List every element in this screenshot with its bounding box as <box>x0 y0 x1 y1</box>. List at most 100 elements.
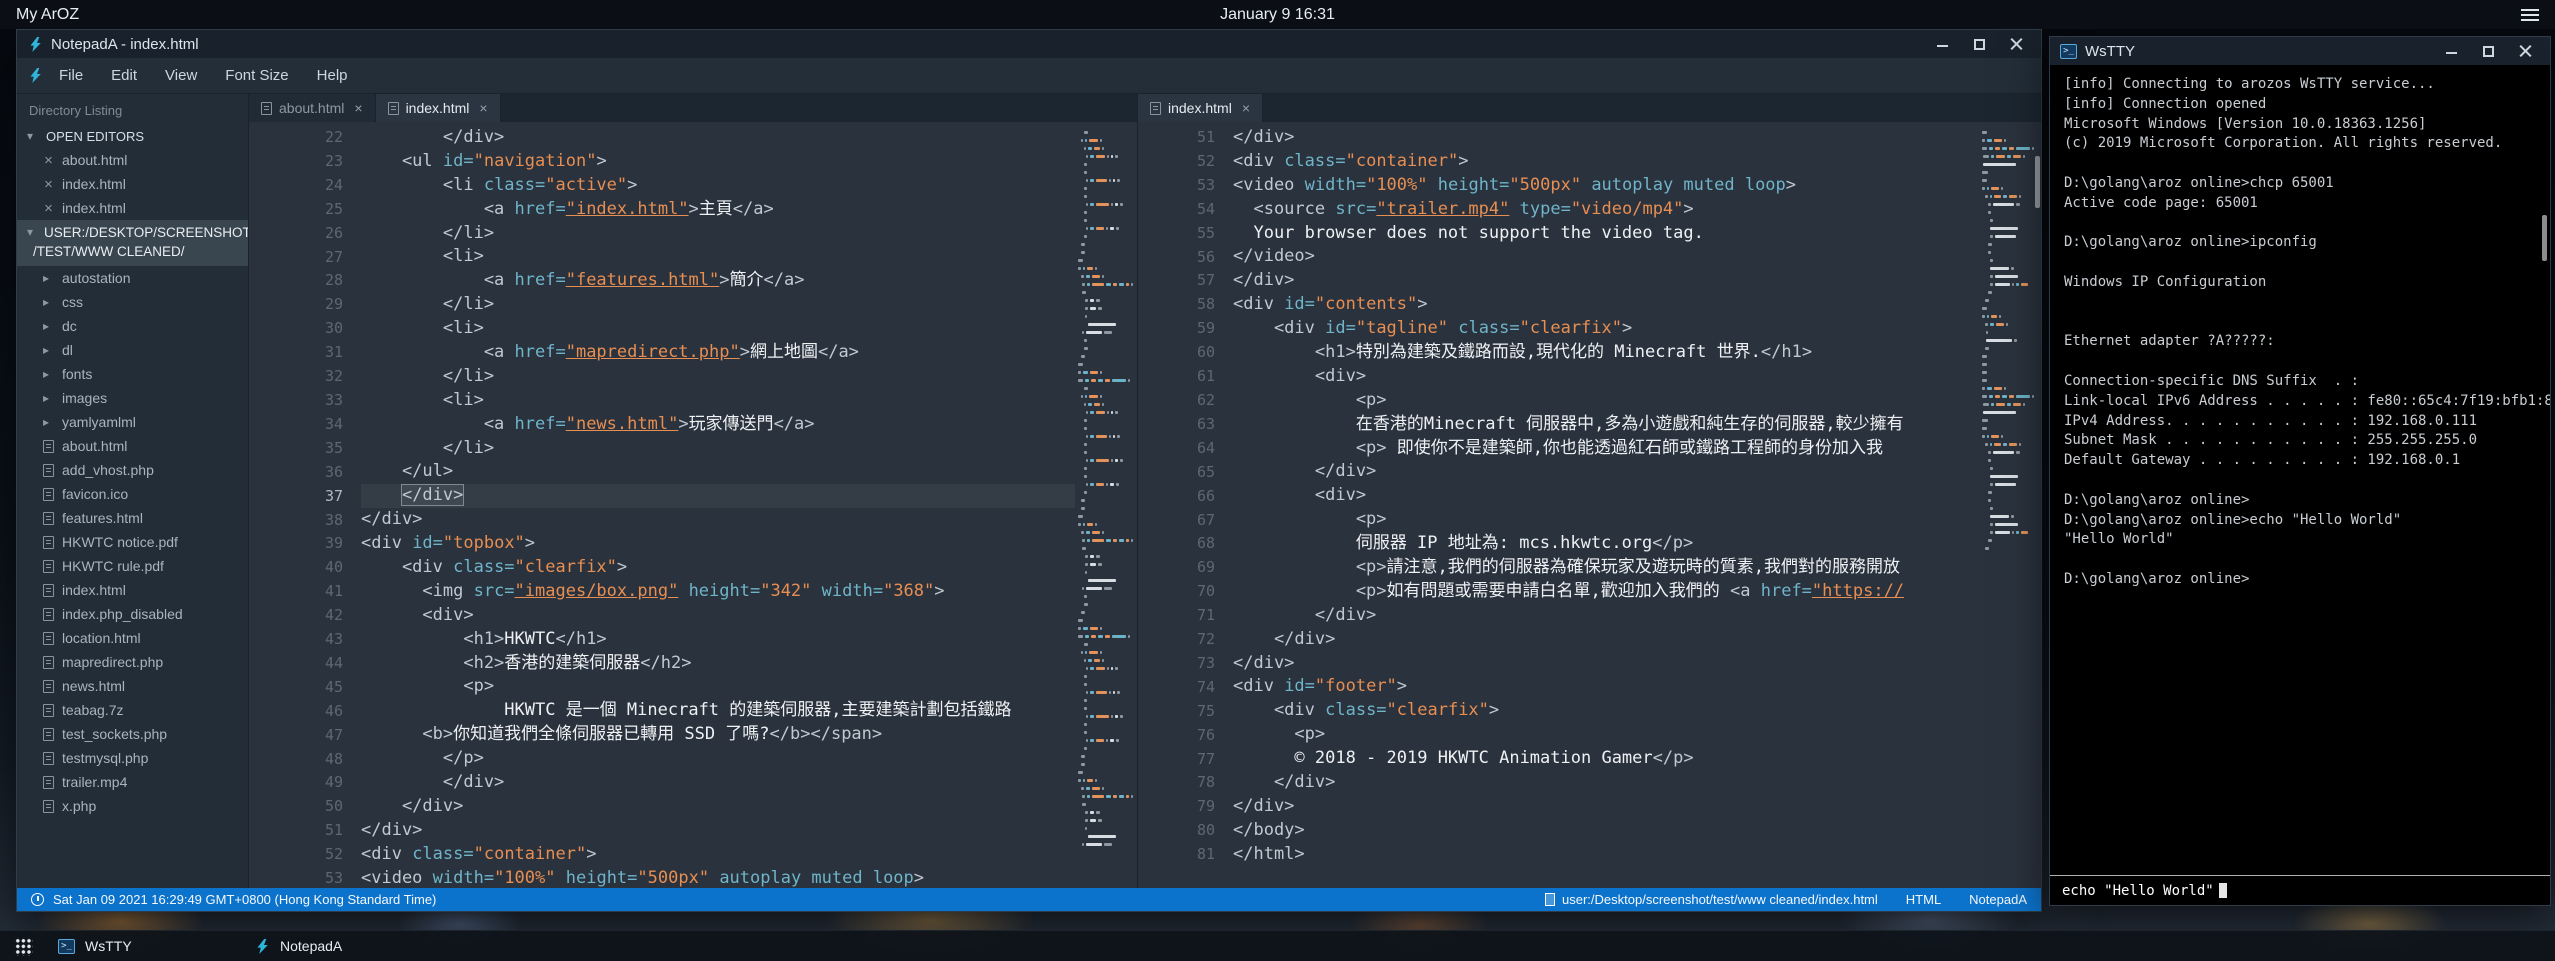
code-line[interactable]: </div> <box>361 508 1075 532</box>
minimap[interactable] <box>1979 122 2041 888</box>
code-line[interactable]: </html> <box>1233 843 1979 867</box>
folder-item[interactable]: ▸autostation <box>17 266 248 290</box>
open-editor-item[interactable]: ×about.html <box>17 148 248 172</box>
code-line[interactable]: <p> <box>1233 508 1979 532</box>
minimap[interactable] <box>1075 122 1137 888</box>
code-line[interactable]: <ul id="navigation"> <box>361 150 1075 174</box>
folder-item[interactable]: ▸fonts <box>17 362 248 386</box>
minimize-button[interactable] <box>2445 45 2458 58</box>
tree-root-folder[interactable]: ▾ USER:/DESKTOP/SCREENSHOT /TEST/WWW CLE… <box>17 220 248 266</box>
menu-file[interactable]: File <box>45 60 97 91</box>
code-editor[interactable]: </div><div class="container"><video widt… <box>1233 122 1979 888</box>
code-line[interactable]: <div class="container"> <box>1233 150 1979 174</box>
terminal-output[interactable]: [info] Connecting to arozos WsTTY servic… <box>2050 65 2550 875</box>
scrollbar-thumb[interactable] <box>2542 215 2547 261</box>
code-line[interactable]: </ul> <box>361 460 1075 484</box>
code-line[interactable]: <div> <box>361 604 1075 628</box>
menu-view[interactable]: View <box>151 60 211 91</box>
open-editor-item[interactable]: ×index.html <box>17 196 248 220</box>
code-line[interactable]: 伺服器 IP 地址為: mcs.hkwtc.org</p> <box>1233 532 1979 556</box>
open-editors-section[interactable]: ▾ OPEN EDITORS <box>17 124 248 148</box>
code-line[interactable]: </div> <box>1233 771 1979 795</box>
menu-edit[interactable]: Edit <box>97 60 151 91</box>
file-item[interactable]: features.html <box>17 506 248 530</box>
taskbar-item-notepada[interactable]: NotepadA <box>242 931 438 961</box>
folder-item[interactable]: ▸dc <box>17 314 248 338</box>
code-line[interactable]: <div id="tagline" class="clearfix"> <box>1233 317 1979 341</box>
wstty-titlebar[interactable]: >_ WsTTY <box>2050 37 2550 65</box>
code-line[interactable]: <img src="images/box.png" height="342" w… <box>361 580 1075 604</box>
code-line[interactable]: <source src="trailer.mp4" type="video/mp… <box>1233 198 1979 222</box>
menu-help[interactable]: Help <box>303 60 362 91</box>
file-item[interactable]: HKWTC notice.pdf <box>17 530 248 554</box>
code-line[interactable]: </div> <box>361 795 1075 819</box>
code-line[interactable]: <video width="100%" height="500px" autop… <box>361 867 1075 888</box>
code-line[interactable]: <li> <box>361 317 1075 341</box>
code-line[interactable]: </li> <box>361 437 1075 461</box>
code-editor[interactable]: </div> <ul id="navigation"> <li class="a… <box>361 122 1075 888</box>
scrollbar-thumb[interactable] <box>2035 156 2040 208</box>
code-line[interactable]: <video width="100%" height="500px" autop… <box>1233 174 1979 198</box>
code-line[interactable]: <div id="footer"> <box>1233 675 1979 699</box>
folder-item[interactable]: ▸yamlyamlml <box>17 410 248 434</box>
code-line[interactable]: <div class="clearfix"> <box>361 556 1075 580</box>
code-line[interactable]: <li> <box>361 245 1075 269</box>
close-icon[interactable]: × <box>354 100 362 116</box>
file-item[interactable]: teabag.7z <box>17 698 248 722</box>
file-item[interactable]: trailer.mp4 <box>17 770 248 794</box>
status-file-path[interactable]: user:/Desktop/screenshot/test/www cleane… <box>1562 892 1878 907</box>
notepada-titlebar[interactable]: NotepadA - index.html <box>17 30 2041 58</box>
file-item[interactable]: favicon.ico <box>17 482 248 506</box>
tab-index.html[interactable]: index.html× <box>1138 94 1263 122</box>
code-line[interactable]: <a href="features.html">簡介</a> <box>361 269 1075 293</box>
close-icon[interactable]: × <box>43 152 54 169</box>
file-item[interactable]: about.html <box>17 434 248 458</box>
code-line[interactable]: <h2>香港的建築伺服器</h2> <box>361 652 1075 676</box>
code-line[interactable]: </div> <box>1233 460 1979 484</box>
file-item[interactable]: test_sockets.php <box>17 722 248 746</box>
code-line[interactable]: <div id="contents"> <box>1233 293 1979 317</box>
app-launcher-button[interactable] <box>0 931 46 961</box>
status-language-mode[interactable]: HTML <box>1906 892 1941 907</box>
code-line[interactable]: </div> <box>361 819 1075 843</box>
tab-about.html[interactable]: about.html× <box>249 94 376 122</box>
code-line[interactable]: <p> <box>1233 389 1979 413</box>
code-line[interactable]: <a href="news.html">玩家傳送門</a> <box>361 413 1075 437</box>
file-item[interactable]: news.html <box>17 674 248 698</box>
code-line[interactable]: </li> <box>361 222 1075 246</box>
folder-item[interactable]: ▸images <box>17 386 248 410</box>
code-line[interactable]: </div> <box>361 771 1075 795</box>
code-line[interactable]: </li> <box>361 293 1075 317</box>
code-line[interactable]: <div class="clearfix"> <box>1233 699 1979 723</box>
file-item[interactable]: location.html <box>17 626 248 650</box>
code-line[interactable]: </div> <box>1233 126 1979 150</box>
close-button[interactable] <box>2519 45 2532 58</box>
file-item[interactable]: index.php_disabled <box>17 602 248 626</box>
maximize-button[interactable] <box>2482 45 2495 58</box>
code-line[interactable]: <p> 即使你不是建築師,你也能透過紅石師或鐵路工程師的身份加入我 <box>1233 437 1979 461</box>
code-line[interactable]: </div> <box>361 126 1075 150</box>
close-icon[interactable]: × <box>479 100 487 116</box>
file-item[interactable]: index.html <box>17 578 248 602</box>
hamburger-menu-icon[interactable] <box>2521 6 2539 24</box>
code-line[interactable]: © 2018 - 2019 HKWTC Animation Gamer</p> <box>1233 747 1979 771</box>
code-line[interactable]: <h1>HKWTC</h1> <box>361 628 1075 652</box>
taskbar-item-wstty[interactable]: >_WsTTY <box>46 931 242 961</box>
code-line[interactable]: <div> <box>1233 365 1979 389</box>
code-line[interactable]: </body> <box>1233 819 1979 843</box>
code-line[interactable]: <p> <box>1233 723 1979 747</box>
menu-font-size[interactable]: Font Size <box>211 60 302 91</box>
close-icon[interactable]: × <box>1242 100 1250 116</box>
code-line[interactable]: </div> <box>1233 652 1979 676</box>
code-line[interactable]: <a href="index.html">主頁</a> <box>361 198 1075 222</box>
code-line[interactable]: <p>如有問題或需要申請白名單,歡迎加入我們的 <a href="https:/… <box>1233 580 1979 604</box>
code-line[interactable]: </div> <box>361 484 1075 508</box>
code-line[interactable]: <b>你知道我們全條伺服器已轉用 SSD 了嗎?</b></span> <box>361 723 1075 747</box>
file-item[interactable]: add_vhost.php <box>17 458 248 482</box>
maximize-button[interactable] <box>1973 38 1986 51</box>
code-line[interactable]: HKWTC 是一個 Minecraft 的建築伺服器,主要建築計劃包括鐵路 <box>361 699 1075 723</box>
code-line[interactable]: 在香港的Minecraft 伺服器中,多為小遊戲和純生存的伺服器,較少擁有 <box>1233 413 1979 437</box>
minimize-button[interactable] <box>1936 38 1949 51</box>
code-line[interactable]: </div> <box>1233 628 1979 652</box>
code-line[interactable]: </div> <box>1233 604 1979 628</box>
